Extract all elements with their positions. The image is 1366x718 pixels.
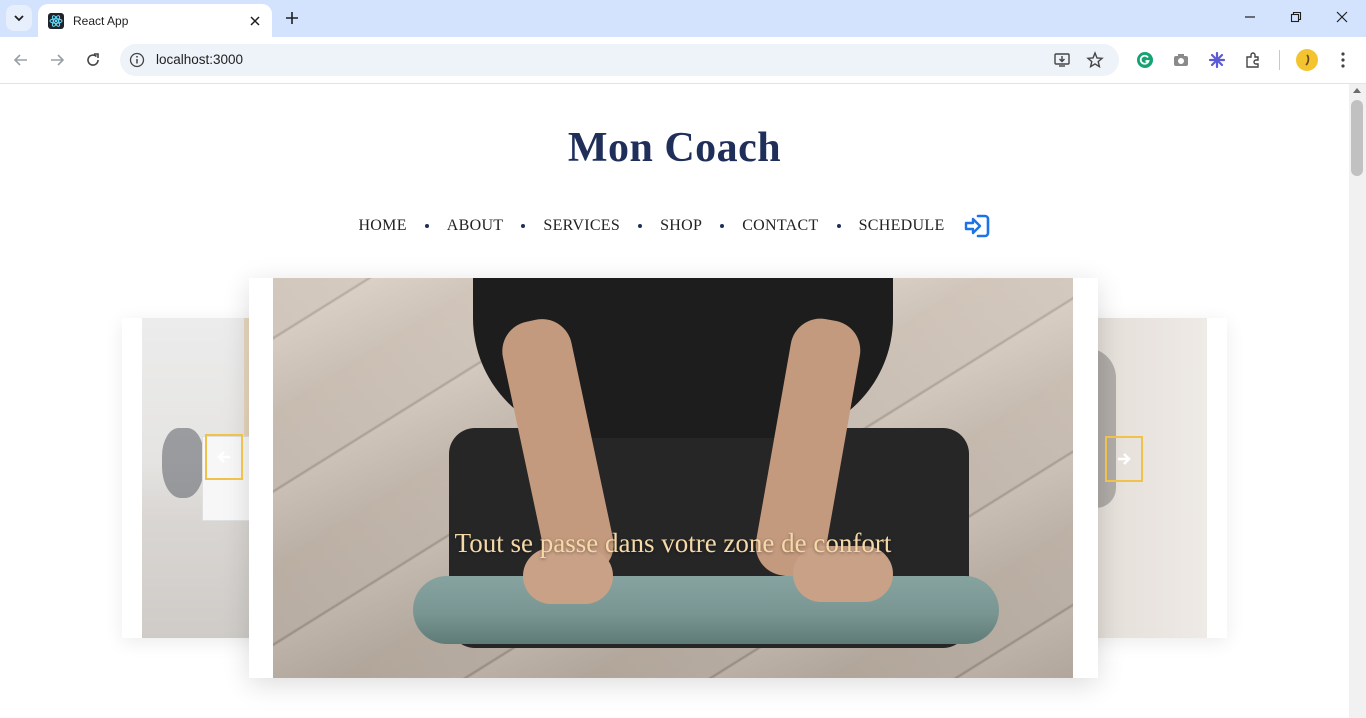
toolbar-separator bbox=[1279, 50, 1280, 70]
install-app-icon[interactable] bbox=[1052, 50, 1072, 70]
tab-search-button[interactable] bbox=[6, 5, 32, 31]
nav-shop[interactable]: SHOP bbox=[660, 217, 702, 235]
grammarly-extension-icon[interactable] bbox=[1135, 50, 1155, 70]
kebab-menu-icon bbox=[1341, 52, 1345, 68]
nav-separator-dot bbox=[720, 224, 725, 228]
new-tab-button[interactable] bbox=[281, 7, 303, 29]
scrollbar-thumb[interactable] bbox=[1351, 100, 1363, 176]
arrow-right-icon bbox=[1118, 453, 1131, 465]
scroll-up-arrow-icon[interactable] bbox=[1353, 88, 1361, 93]
nav-separator-dot bbox=[836, 224, 841, 228]
nav-schedule[interactable]: SCHEDULE bbox=[859, 217, 945, 235]
guitar-shape bbox=[162, 428, 204, 498]
carousel-next-button[interactable] bbox=[1105, 436, 1143, 482]
profile-avatar[interactable] bbox=[1296, 49, 1318, 71]
arrow-left-icon bbox=[217, 451, 230, 463]
bookmark-star-icon[interactable] bbox=[1085, 50, 1105, 70]
back-button[interactable] bbox=[9, 48, 33, 72]
address-bar[interactable]: localhost:3000 bbox=[120, 44, 1119, 76]
asterisk-extension-icon[interactable] bbox=[1207, 50, 1227, 70]
minimize-button[interactable] bbox=[1236, 5, 1264, 29]
arrow-back-icon bbox=[13, 54, 27, 66]
camera-extension-icon[interactable] bbox=[1171, 50, 1191, 70]
restore-button[interactable] bbox=[1282, 5, 1310, 29]
forward-button[interactable] bbox=[45, 48, 69, 72]
rolled-mat-shape bbox=[413, 576, 999, 644]
page-scrollbar[interactable] bbox=[1349, 84, 1366, 718]
sign-in-icon[interactable] bbox=[963, 212, 991, 240]
web-page: Mon Coach HOME ABOUT SERVICES SHOP CONTA… bbox=[0, 84, 1349, 718]
browser-menu-button[interactable] bbox=[1333, 50, 1353, 70]
carousel-slide-active[interactable]: Tout se passe dans votre zone de confort bbox=[249, 278, 1098, 678]
nav-separator-dot bbox=[638, 224, 643, 228]
site-brand-title[interactable]: Mon Coach bbox=[0, 124, 1349, 172]
extensions-puzzle-icon[interactable] bbox=[1243, 50, 1263, 70]
nav-services[interactable]: SERVICES bbox=[543, 217, 620, 235]
site-info-icon[interactable] bbox=[128, 51, 146, 69]
browser-tab[interactable]: React App bbox=[38, 4, 272, 37]
reload-button[interactable] bbox=[81, 48, 105, 72]
close-icon bbox=[1336, 11, 1348, 23]
user-avatar-icon bbox=[1305, 54, 1310, 66]
nav-contact[interactable]: CONTACT bbox=[742, 217, 818, 235]
react-favicon-icon bbox=[48, 12, 64, 29]
browser-toolbar: localhost:3000 bbox=[0, 37, 1366, 84]
nav-separator-dot bbox=[424, 224, 429, 228]
plus-icon bbox=[286, 12, 298, 24]
main-navigation: HOME ABOUT SERVICES SHOP CONTACT SCHEDUL… bbox=[0, 212, 1349, 240]
tab-title: React App bbox=[73, 13, 129, 28]
browser-tab-bar: React App bbox=[0, 0, 1366, 37]
restore-icon bbox=[1290, 11, 1302, 23]
nav-about[interactable]: ABOUT bbox=[447, 217, 504, 235]
url-text[interactable]: localhost:3000 bbox=[156, 52, 243, 67]
chevron-down-icon bbox=[14, 15, 24, 22]
nav-separator-dot bbox=[521, 224, 526, 228]
minimize-icon bbox=[1245, 16, 1255, 18]
nav-home[interactable]: HOME bbox=[358, 217, 406, 235]
slide-caption: Tout se passe dans votre zone de confort bbox=[454, 528, 892, 558]
reload-icon bbox=[87, 53, 99, 66]
arrow-forward-icon bbox=[51, 54, 65, 66]
carousel-prev-button[interactable] bbox=[205, 434, 243, 480]
close-window-button[interactable] bbox=[1328, 5, 1356, 29]
tab-close-button[interactable] bbox=[246, 12, 264, 30]
close-icon bbox=[250, 16, 260, 26]
slide-image-yoga-mat bbox=[273, 278, 1073, 678]
